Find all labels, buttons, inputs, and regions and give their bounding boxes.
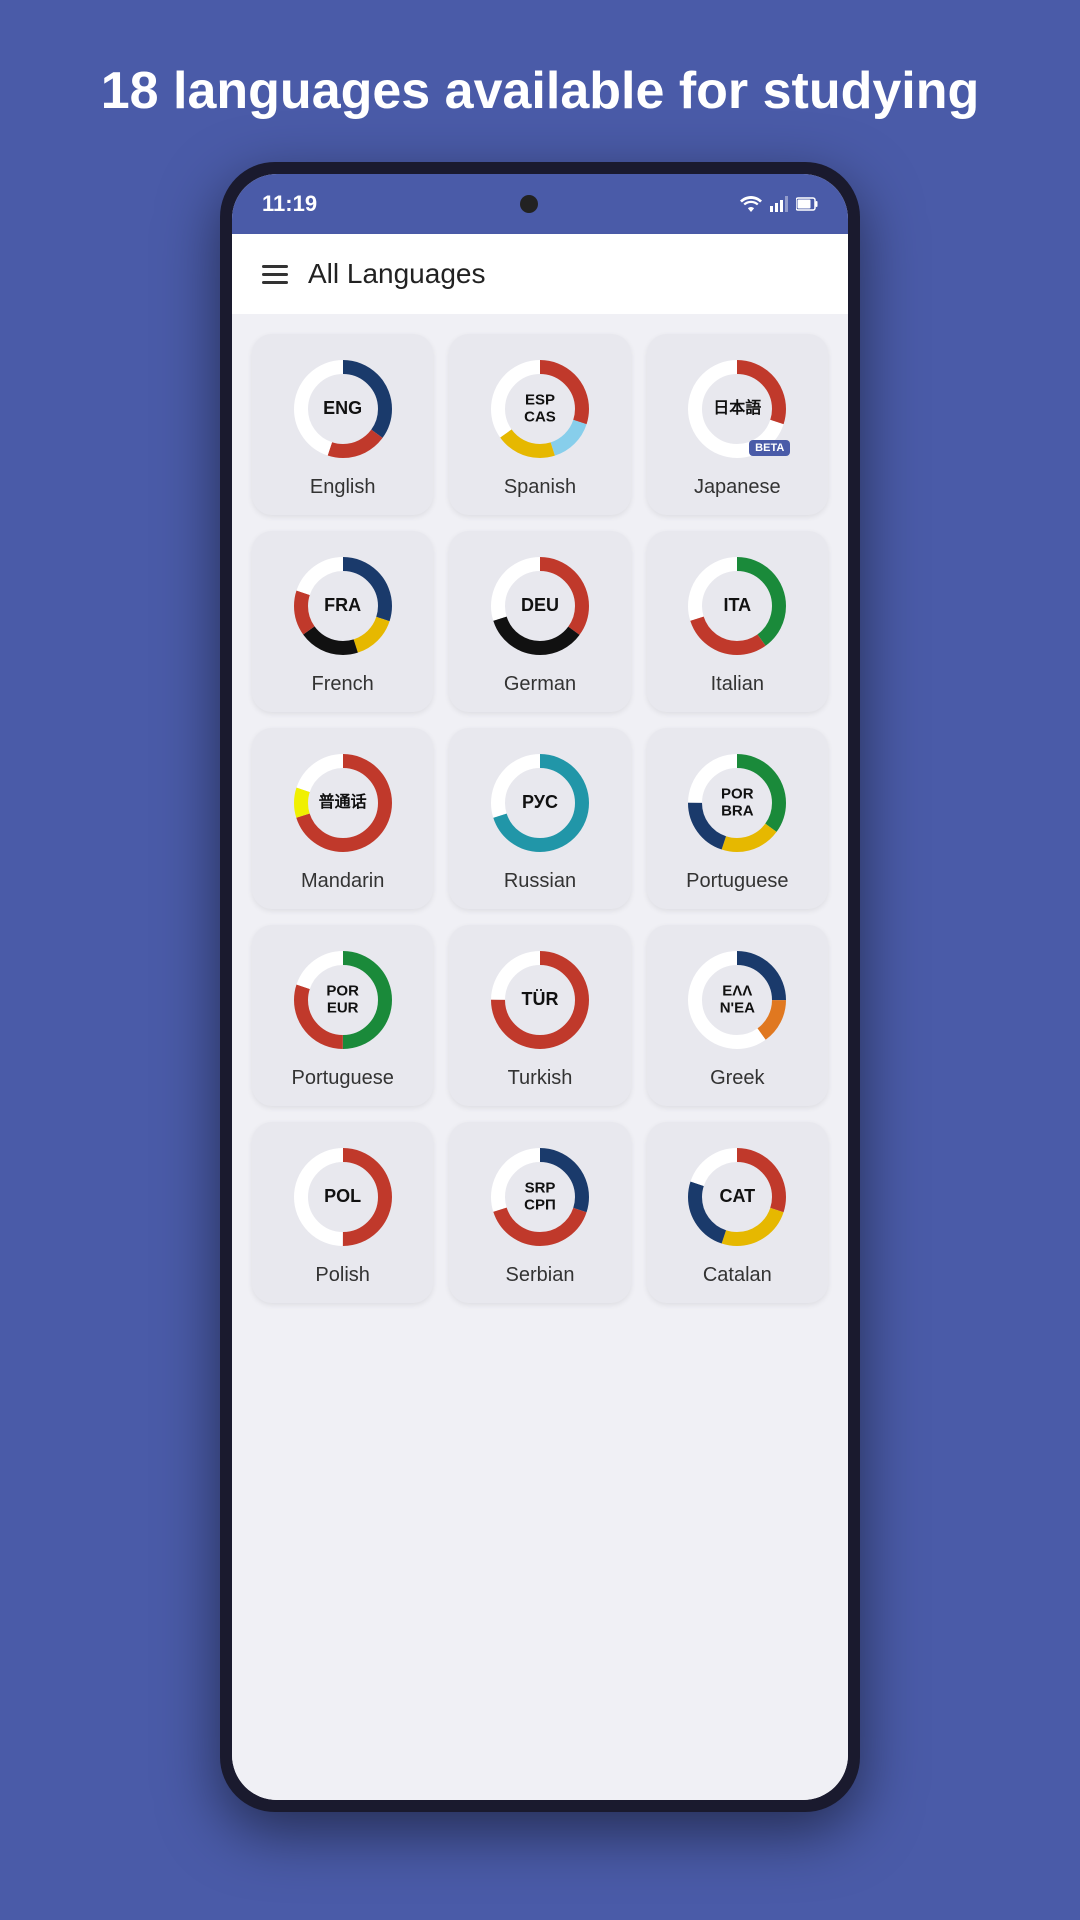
language-code: ITA	[723, 596, 751, 616]
language-label: Greek	[710, 1067, 764, 1090]
header-title: 18 languages available for studying	[21, 0, 1060, 162]
language-label: Mandarin	[301, 870, 384, 893]
language-icon-wrapper: DEU	[485, 551, 595, 661]
language-code: ESP CAS	[512, 393, 567, 426]
language-label: Portuguese	[292, 1067, 394, 1090]
language-grid: ENG English ESP CAS Spanish 日本語 BETA Japanese F…	[252, 334, 828, 1303]
language-label: French	[312, 673, 374, 696]
status-icons	[740, 196, 818, 212]
app-bar-title: All Languages	[308, 258, 485, 290]
language-code: POR EUR	[315, 984, 370, 1017]
language-card[interactable]: ESP CAS Spanish	[449, 334, 630, 515]
language-icon-wrapper: ITA	[682, 551, 792, 661]
language-card[interactable]: 日本語 BETA Japanese	[647, 334, 828, 515]
language-icon-wrapper: POR EUR	[288, 945, 398, 1055]
language-code: FRA	[324, 596, 361, 616]
language-card[interactable]: DEU German	[449, 531, 630, 712]
language-card[interactable]: POR EUR Portuguese	[252, 925, 433, 1106]
phone-screen: 11:19	[232, 174, 848, 1800]
language-code: 普通话	[319, 795, 367, 813]
language-code: DEU	[521, 596, 559, 616]
language-label: German	[504, 673, 576, 696]
language-icon-wrapper: 普通话	[288, 748, 398, 858]
language-code: POR BRA	[710, 787, 765, 820]
language-label: Serbian	[506, 1264, 575, 1287]
language-label: English	[310, 476, 376, 499]
camera-notch	[520, 195, 538, 213]
language-grid-container[interactable]: ENG English ESP CAS Spanish 日本語 BETA Japanese F…	[232, 314, 848, 1800]
language-icon-wrapper: POR BRA	[682, 748, 792, 858]
language-icon-wrapper: TÜR	[485, 945, 595, 1055]
language-code: ENG	[323, 399, 362, 419]
language-code: POL	[324, 1187, 361, 1207]
hamburger-menu[interactable]	[262, 265, 288, 284]
language-label: Portuguese	[686, 870, 788, 893]
language-card[interactable]: SRP СРП Serbian	[449, 1122, 630, 1303]
language-icon-wrapper: ENG	[288, 354, 398, 464]
language-label: Catalan	[703, 1264, 772, 1287]
language-card[interactable]: TÜR Turkish	[449, 925, 630, 1106]
language-card[interactable]: РУС Russian	[449, 728, 630, 909]
language-label: Turkish	[508, 1067, 573, 1090]
language-card[interactable]: CAT Catalan	[647, 1122, 828, 1303]
status-bar: 11:19	[232, 174, 848, 234]
language-icon-wrapper: ESP CAS	[485, 354, 595, 464]
language-icon-wrapper: РУС	[485, 748, 595, 858]
language-card[interactable]: POL Polish	[252, 1122, 433, 1303]
wifi-icon	[740, 196, 762, 212]
language-icon-wrapper: ΕΛΛ Ν'ΕΑ	[682, 945, 792, 1055]
language-icon-wrapper: SRP СРП	[485, 1142, 595, 1252]
language-label: Polish	[315, 1264, 369, 1287]
phone-frame: 11:19	[220, 162, 860, 1812]
language-label: Italian	[711, 673, 764, 696]
language-icon-wrapper: 日本語 BETA	[682, 354, 792, 464]
language-card[interactable]: FRA French	[252, 531, 433, 712]
battery-icon	[796, 197, 818, 211]
language-code: SRP СРП	[512, 1181, 567, 1214]
language-code: TÜR	[521, 990, 558, 1010]
language-card[interactable]: POR BRA Portuguese	[647, 728, 828, 909]
language-card[interactable]: ΕΛΛ Ν'ΕΑ Greek	[647, 925, 828, 1106]
language-label: Spanish	[504, 476, 576, 499]
language-icon-wrapper: CAT	[682, 1142, 792, 1252]
beta-badge: BETA	[749, 440, 790, 456]
status-time: 11:19	[262, 191, 317, 217]
language-code: ΕΛΛ Ν'ΕΑ	[710, 984, 765, 1017]
language-icon-wrapper: FRA	[288, 551, 398, 661]
language-label: Japanese	[694, 476, 781, 499]
language-card[interactable]: ITA Italian	[647, 531, 828, 712]
language-code: 日本語	[713, 401, 761, 419]
language-icon-wrapper: POL	[288, 1142, 398, 1252]
header-section: 18 languages available for studying	[21, 0, 1060, 162]
language-code: РУС	[522, 793, 558, 813]
language-label: Russian	[504, 870, 576, 893]
app-bar: All Languages	[232, 234, 848, 314]
language-card[interactable]: ENG English	[252, 334, 433, 515]
language-card[interactable]: 普通话 Mandarin	[252, 728, 433, 909]
language-code: CAT	[719, 1187, 755, 1207]
signal-icon	[770, 196, 788, 212]
